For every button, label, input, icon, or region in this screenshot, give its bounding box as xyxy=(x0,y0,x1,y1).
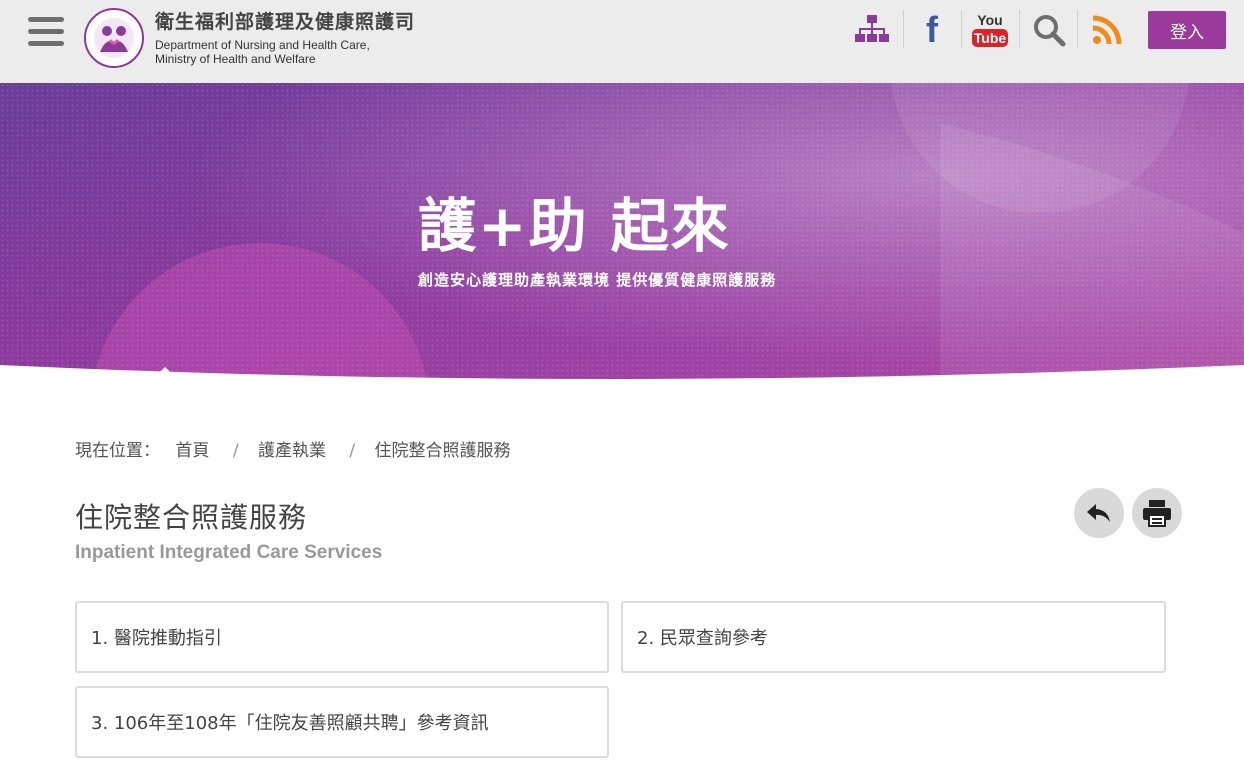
header-divider xyxy=(961,10,962,48)
breadcrumb-current[interactable]: 住院整合照護服務 xyxy=(375,441,511,461)
logo-emblem-icon xyxy=(94,18,134,58)
banner-subtitle: 創造安心護理助產執業環境 提供優質健康照護服務 xyxy=(418,271,777,289)
facebook-button[interactable]: f xyxy=(912,10,952,50)
menu-bar-icon xyxy=(28,29,64,34)
link-card-public-reference[interactable]: 2. 民眾查詢參考 xyxy=(621,601,1166,673)
card-label: 2. 民眾查詢參考 xyxy=(637,628,768,649)
ministry-logo[interactable] xyxy=(84,8,144,68)
breadcrumb: 現在位置： 首頁 / 護產執業 / 住院整合照護服務 xyxy=(75,436,511,461)
header-divider xyxy=(1077,10,1078,48)
sitemap-button[interactable] xyxy=(852,10,892,50)
rss-button[interactable] xyxy=(1087,10,1127,50)
link-card-joint-hiring-info[interactable]: 3. 106年至108年「住院友善照顧共聘」參考資訊 xyxy=(75,686,609,758)
page-title: 住院整合照護服務 xyxy=(75,501,308,534)
print-button[interactable] xyxy=(1132,488,1182,538)
menu-bar-icon xyxy=(28,41,64,46)
hero-banner: 護+助 起來 創造安心護理助產執業環境 提供優質健康照護服務 xyxy=(0,83,1244,395)
breadcrumb-separator: / xyxy=(232,441,239,461)
org-name-zh: 衛生福利部護理及健康照護司 xyxy=(155,11,416,33)
link-card-hospital-guidelines[interactable]: 1. 醫院推動指引 xyxy=(75,601,609,673)
breadcrumb-nursing-practice[interactable]: 護產執業 xyxy=(258,441,326,461)
back-button[interactable] xyxy=(1074,488,1124,538)
card-label: 3. 106年至108年「住院友善照顧共聘」參考資訊 xyxy=(91,713,489,734)
facebook-icon: f xyxy=(926,9,938,50)
breadcrumb-home[interactable]: 首頁 xyxy=(175,441,209,461)
header-divider xyxy=(1019,10,1020,48)
breadcrumb-label: 現在位置： xyxy=(75,441,160,461)
menu-bar-icon xyxy=(28,17,64,22)
hamburger-menu-button[interactable] xyxy=(28,17,64,47)
youtube-text-bottom: Tube xyxy=(972,29,1008,47)
page-subtitle: Inpatient Integrated Care Services xyxy=(75,542,383,563)
sitemap-icon xyxy=(855,15,889,42)
breadcrumb-separator: / xyxy=(349,441,356,461)
banner-title: 護+助 起來 xyxy=(418,192,731,260)
organization-name: 衛生福利部護理及健康照護司 Department of Nursing and … xyxy=(155,10,415,66)
header-divider xyxy=(903,10,904,48)
youtube-text-top: You xyxy=(977,12,1003,28)
org-name-en-line2: Ministry of Health and Welfare xyxy=(155,52,316,66)
youtube-icon: You Tube xyxy=(972,13,1008,47)
login-button[interactable]: 登入 xyxy=(1148,11,1226,49)
search-icon xyxy=(1034,15,1066,47)
back-arrow-icon xyxy=(1087,504,1110,522)
card-label: 1. 醫院推動指引 xyxy=(91,628,222,649)
org-name-en-line1: Department of Nursing and Health Care, xyxy=(155,38,370,52)
printer-icon xyxy=(1143,500,1171,527)
youtube-button[interactable]: You Tube xyxy=(970,10,1010,50)
site-header: 衛生福利部護理及健康照護司 Department of Nursing and … xyxy=(0,0,1244,83)
search-button[interactable] xyxy=(1029,10,1069,50)
rss-icon xyxy=(1092,15,1122,45)
